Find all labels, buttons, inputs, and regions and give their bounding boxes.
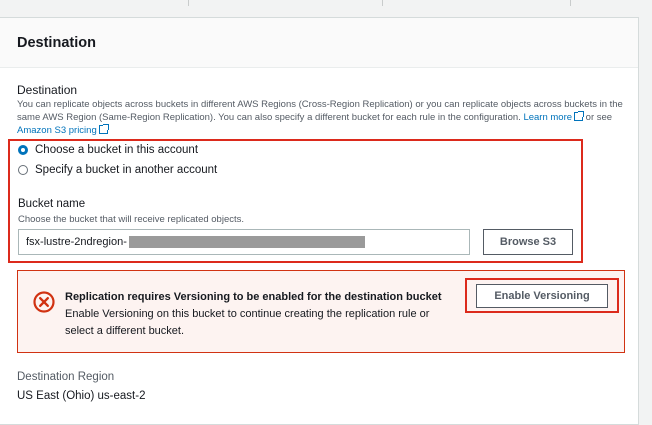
external-link-icon [98, 124, 109, 134]
alert-body: Enable Versioning on this bucket to cont… [65, 308, 430, 337]
destination-region-label: Destination Region [17, 371, 115, 383]
bucket-name-input[interactable]: fsx-lustre-2ndregion- [18, 229, 470, 255]
learn-more-label: Learn more [523, 112, 573, 123]
or-see-text: or see [585, 112, 613, 123]
destination-label: Destination [17, 83, 78, 97]
panel-header: Destination [0, 18, 638, 68]
external-link-icon [574, 111, 585, 121]
redacted-block [128, 236, 365, 248]
browse-s3-button[interactable]: Browse S3 [483, 229, 573, 255]
radio-another-account[interactable]: Specify a bucket in another account [18, 164, 217, 176]
top-strip [0, 0, 652, 6]
divider [382, 0, 383, 6]
error-x-icon [33, 291, 55, 313]
alert-title: Replication requires Versioning to be en… [65, 291, 442, 303]
divider [188, 0, 189, 6]
panel-title: Destination [17, 35, 96, 51]
learn-more-link[interactable]: Learn more [523, 111, 585, 123]
radio-button-selected[interactable] [18, 145, 28, 155]
pricing-link[interactable]: Amazon S3 pricing [17, 124, 109, 136]
radio-button[interactable] [18, 165, 28, 175]
destination-description: You can replicate objects across buckets… [17, 98, 629, 137]
bucket-name-label: Bucket name [18, 198, 86, 210]
radio-label: Specify a bucket in another account [35, 164, 218, 176]
destination-region-value: US East (Ohio) us-east-2 [17, 390, 146, 402]
enable-versioning-button[interactable]: Enable Versioning [476, 284, 608, 308]
divider [570, 0, 571, 6]
pricing-label: Amazon S3 pricing [17, 125, 97, 136]
bucket-name-description: Choose the bucket that will receive repl… [18, 214, 245, 225]
bucket-name-value: fsx-lustre-2ndregion- [26, 236, 127, 248]
radio-label: Choose a bucket in this account [35, 144, 199, 156]
radio-this-account[interactable]: Choose a bucket in this account [18, 144, 198, 156]
